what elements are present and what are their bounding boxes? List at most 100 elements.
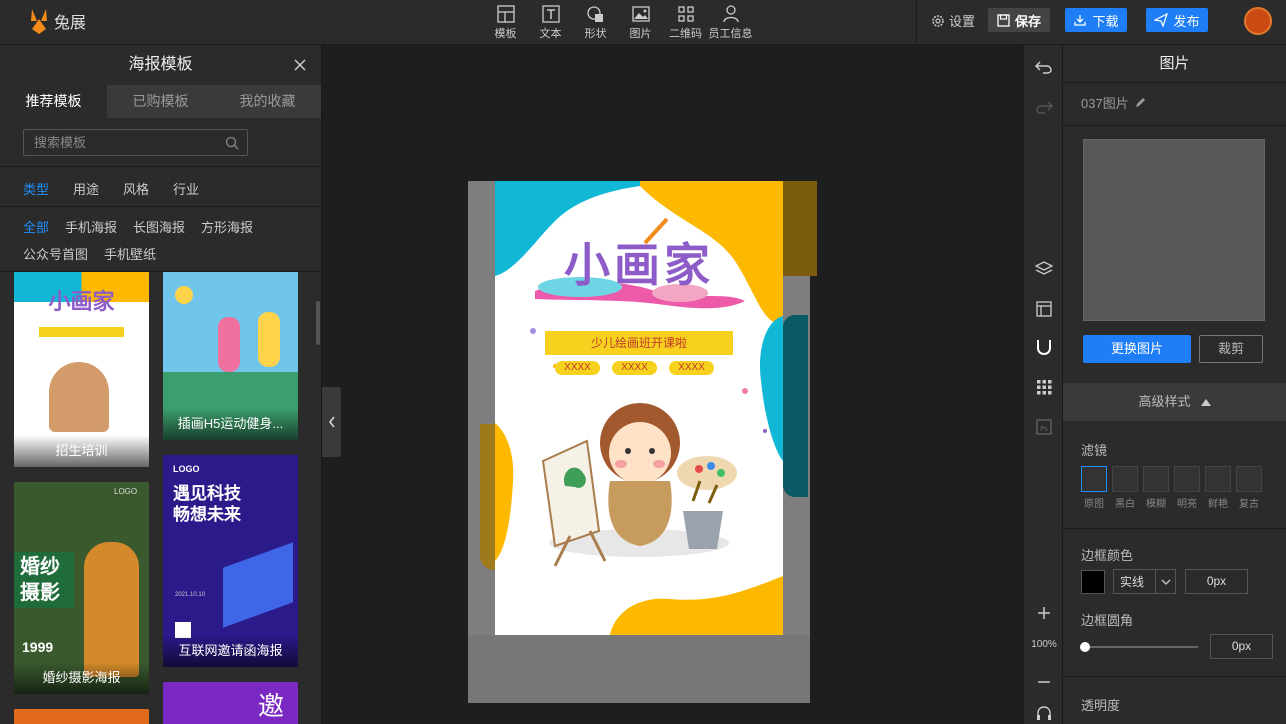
tool-shape-label: 形状 [584, 28, 607, 40]
advanced-style-toggle[interactable]: 高级样式 [1063, 383, 1286, 421]
panel-title-text: 海报模板 [128, 56, 193, 73]
poster-pill[interactable]: XXXX [555, 361, 600, 375]
layers-icon[interactable] [1034, 259, 1054, 279]
crop-button[interactable]: 裁剪 [1199, 335, 1263, 363]
template-card[interactable]: 小画家 招生培训 [14, 272, 149, 467]
layer-name-text: 037图片 [1081, 96, 1129, 111]
panel-scrollbar[interactable] [316, 301, 320, 345]
template-card[interactable]: 婚纱摄影 1999 LOGO 婚纱摄影海报 [14, 482, 149, 694]
template-search [23, 129, 248, 156]
tool-template-label: 模板 [494, 28, 517, 40]
layer-name[interactable]: 037图片 [1081, 93, 1146, 112]
top-bar: 兔展 模板 文本 形状 图片 二维码 员工信息 设置 保存 下载 发布 [0, 0, 1286, 45]
tool-template[interactable]: 模板 [483, 4, 528, 41]
template-caption: 招生培训 [14, 435, 149, 467]
tab-purchased[interactable]: 已购模板 [107, 85, 214, 118]
template-title: 婚纱摄影 [20, 556, 60, 604]
replace-image-button[interactable]: 更换图片 [1083, 335, 1191, 363]
template-card[interactable]: 邀 [163, 682, 298, 724]
border-color-label: 边框颜色 [1081, 548, 1134, 563]
category-usage[interactable]: 用途 [73, 179, 99, 198]
search-input[interactable] [24, 130, 214, 155]
download-button[interactable]: 下载 [1065, 8, 1127, 32]
divider [0, 206, 321, 207]
gear-icon [932, 14, 944, 27]
border-style-select[interactable]: 实线 [1113, 569, 1176, 594]
category-type[interactable]: 类型 [23, 179, 49, 198]
filter-vivid[interactable]: 鲜艳 [1205, 466, 1231, 510]
ps-icon[interactable]: Ps [1034, 417, 1054, 437]
template-panel: 海报模板 推荐模板 已购模板 我的收藏 类型 用途 风格 行业 全部 手机海报 … [0, 45, 322, 724]
filter-retro[interactable]: 复古 [1236, 466, 1262, 510]
template-card[interactable]: 插画H5运动健身... [163, 272, 298, 440]
pencil-icon[interactable] [1135, 97, 1146, 108]
border-radius-slider[interactable] [1085, 646, 1198, 648]
template-card[interactable]: LOGO 遇见科技畅想未来 2021.10.10 互联网邀请函海报 [163, 455, 298, 667]
subcategory-wallpaper[interactable]: 手机壁纸 [104, 244, 156, 263]
subcategory-filters: 全部 手机海报 长图海报 方形海报 公众号首图 手机壁纸 [23, 217, 303, 263]
poster-pills: XXXX XXXX XXXX [555, 361, 714, 375]
template-caption: 婚纱摄影海报 [14, 662, 149, 694]
magnet-icon[interactable] [1034, 337, 1054, 357]
filter-original[interactable]: 原图 [1081, 466, 1107, 510]
caret-up-icon [1200, 399, 1211, 407]
template-tabs: 推荐模板 已购模板 我的收藏 [0, 85, 321, 118]
tool-image[interactable]: 图片 [618, 4, 663, 41]
search-icon[interactable] [225, 136, 239, 150]
tab-recommended[interactable]: 推荐模板 [0, 85, 107, 118]
headset-icon[interactable] [1034, 704, 1054, 724]
page-icon[interactable] [1034, 299, 1054, 319]
poster-ribbon[interactable]: 少儿绘画班开课啦 [545, 331, 733, 355]
template-logo: LOGO [114, 487, 138, 496]
poster-overflow-shape [783, 315, 808, 497]
filter-bright[interactable]: 明亮 [1174, 466, 1200, 510]
subcategory-wechat-cover[interactable]: 公众号首图 [23, 244, 88, 263]
poster-pill[interactable]: XXXX [612, 361, 657, 375]
tool-qrcode[interactable]: 二维码 [663, 4, 708, 41]
filter-thumb [1205, 466, 1231, 492]
tool-shape[interactable]: 形状 [573, 4, 618, 41]
settings-button[interactable]: 设置 [931, 11, 975, 30]
poster-pill[interactable]: XXXX [669, 361, 714, 375]
tab-favorites[interactable]: 我的收藏 [214, 85, 321, 118]
filter-blur[interactable]: 模糊 [1143, 466, 1169, 510]
filter-thumb [1174, 466, 1200, 492]
save-button[interactable]: 保存 [988, 8, 1050, 32]
subcategory-square-poster[interactable]: 方形海报 [201, 217, 253, 236]
template-art [39, 327, 124, 337]
zoom-in-icon[interactable] [1034, 603, 1054, 623]
poster-canvas[interactable]: 小画家 少儿绘画班开课啦 XXXX XXXX XXXX [495, 181, 783, 635]
tool-employee-info[interactable]: 员工信息 [708, 4, 753, 41]
border-radius-input[interactable]: 0px [1210, 634, 1273, 659]
template-card[interactable] [14, 709, 149, 724]
border-style-value: 实线 [1120, 575, 1145, 589]
filter-options: 原图 黑白 模糊 明亮 鲜艳 复古 [1081, 466, 1262, 510]
template-date: 2021.10.10 [175, 592, 206, 598]
category-style[interactable]: 风格 [123, 179, 149, 198]
chevron-down-icon [1161, 579, 1170, 585]
download-icon [1074, 15, 1087, 26]
user-avatar[interactable] [1244, 7, 1272, 35]
redo-icon[interactable] [1034, 97, 1054, 117]
border-radius-slider-handle[interactable] [1080, 642, 1090, 652]
image-icon [631, 6, 650, 22]
grid-icon[interactable] [1034, 377, 1054, 397]
app-logo[interactable]: 兔展 [28, 7, 86, 35]
poster-title[interactable]: 小画家 [495, 229, 783, 295]
publish-button[interactable]: 发布 [1146, 8, 1208, 32]
tool-text[interactable]: 文本 [528, 4, 573, 41]
publish-label: 发布 [1173, 13, 1200, 29]
border-color-swatch[interactable] [1081, 570, 1105, 594]
collapse-panel-button[interactable] [322, 387, 341, 457]
border-style-dropdown[interactable] [1155, 570, 1175, 593]
zoom-out-icon[interactable] [1034, 672, 1054, 692]
subcategory-long-poster[interactable]: 长图海报 [133, 217, 185, 236]
filter-label: 滤镜 [1081, 443, 1108, 458]
subcategory-all[interactable]: 全部 [23, 217, 49, 236]
subcategory-mobile-poster[interactable]: 手机海报 [65, 217, 117, 236]
border-width-input[interactable]: 0px [1185, 569, 1248, 594]
close-icon[interactable] [293, 58, 307, 72]
undo-icon[interactable] [1034, 57, 1054, 77]
category-industry[interactable]: 行业 [173, 179, 199, 198]
filter-grayscale[interactable]: 黑白 [1112, 466, 1138, 510]
